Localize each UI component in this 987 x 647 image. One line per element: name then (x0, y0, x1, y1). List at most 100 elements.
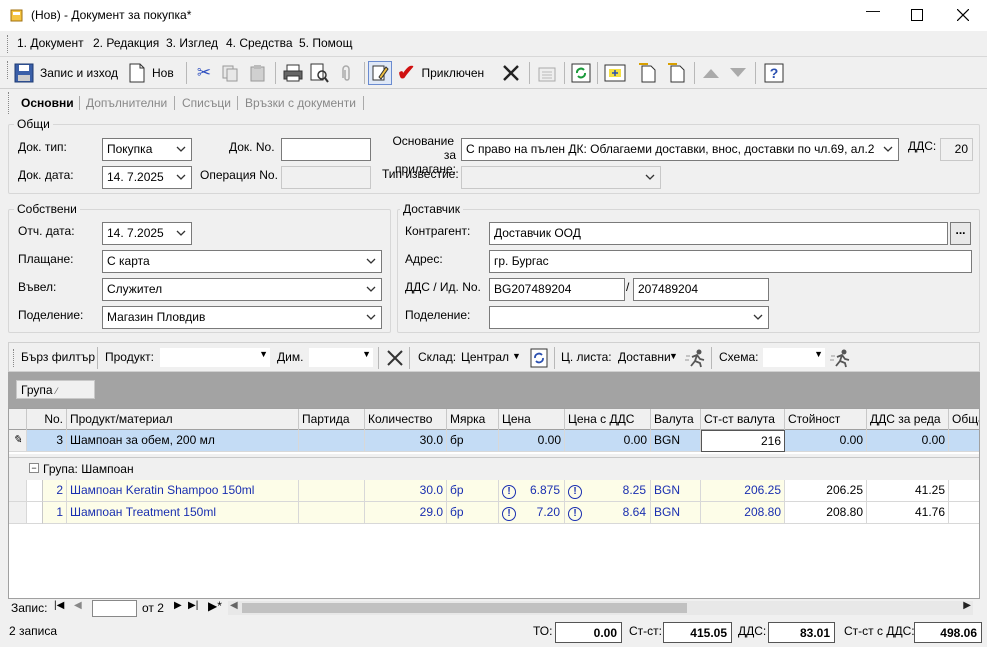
row-unit[interactable]: бр (447, 430, 499, 452)
horizontal-scrollbar[interactable]: ◀ ▶ (228, 600, 973, 615)
store-filter-select[interactable]: Централ (461, 350, 509, 364)
col-product[interactable]: Продукт/материал (67, 409, 299, 430)
move-down-icon[interactable] (727, 62, 749, 84)
col-unit[interactable]: Мярка (447, 409, 499, 430)
tab-main[interactable]: Основни (21, 96, 74, 110)
doc-no-input[interactable] (281, 138, 371, 161)
address-input[interactable]: гр. Бургас (489, 250, 972, 273)
col-price[interactable]: Цена (499, 409, 565, 430)
doc-type-select[interactable]: Покупка (102, 138, 192, 161)
finished-button[interactable]: ✔ Приключен (397, 60, 484, 85)
scheme-select[interactable]: ▼ (763, 348, 825, 367)
maximize-icon[interactable] (911, 9, 923, 21)
menu-document[interactable]: 1. Документ (17, 36, 84, 50)
row-batch[interactable] (299, 480, 365, 502)
run-icon[interactable] (685, 348, 707, 368)
row-unit[interactable]: бр (447, 502, 499, 524)
row-price-cell[interactable]: ! 6.875 (499, 480, 565, 502)
col-no[interactable]: No. (27, 409, 67, 430)
prev-record-icon[interactable]: ◀ (74, 600, 82, 611)
cut-icon[interactable]: ✂ (193, 62, 215, 84)
row-product[interactable]: Шампоан Keratin Shampoo 150ml (67, 480, 299, 502)
row-product[interactable]: Шампоан за обем, 200 мл (67, 430, 299, 452)
id-no-input[interactable]: 207489204 (633, 278, 769, 301)
paste-icon[interactable] (247, 62, 269, 84)
next-record-icon[interactable]: ▶ (174, 600, 182, 611)
row-qty[interactable]: 30.0 (365, 480, 447, 502)
collapse-icon[interactable]: − (29, 463, 39, 473)
save-exit-button[interactable]: Запис и изход (14, 61, 118, 85)
row-value-currency-editor[interactable]: 216 (701, 430, 785, 452)
tab-lists[interactable]: Списъци (182, 96, 231, 110)
copy-document-icon[interactable] (637, 62, 659, 84)
menu-tools[interactable]: 4. Средства (226, 36, 293, 50)
minimize-icon[interactable]: — (862, 2, 884, 26)
move-up-icon[interactable] (700, 62, 722, 84)
record-number-input[interactable] (92, 600, 137, 617)
table-row[interactable]: 2 Шампоан Keratin Shampoo 150ml 30.0 бр … (9, 480, 979, 502)
row-price[interactable]: 0.00 (499, 430, 565, 452)
row-price-vat-cell[interactable]: ! 8.25 (565, 480, 651, 502)
doc-date-picker[interactable]: 14. 7.2025 (102, 166, 192, 189)
copy-icon[interactable] (219, 62, 241, 84)
edit-mode-icon[interactable] (368, 61, 392, 85)
row-value-currency[interactable]: 208.80 (701, 502, 785, 524)
basis-select[interactable]: С право на пълен ДК: Облагаеми доставки,… (461, 138, 899, 161)
menu-edit[interactable]: 2. Редакция (93, 36, 159, 50)
table-row[interactable]: 1 Шампоан Treatment 150ml 29.0 бр ! 7.20 … (9, 502, 979, 524)
close-icon[interactable] (957, 9, 969, 21)
col-batch[interactable]: Партида (299, 409, 365, 430)
print-icon[interactable] (282, 62, 304, 84)
clear-filter-icon[interactable] (386, 349, 404, 367)
row-value-currency[interactable]: 206.25 (701, 480, 785, 502)
attach-icon[interactable] (336, 62, 358, 84)
dim-filter-input[interactable]: ▼ (309, 348, 373, 367)
row-product[interactable]: Шампоан Treatment 150ml (67, 502, 299, 524)
first-record-icon[interactable]: |◀ (54, 600, 64, 611)
help-icon[interactable]: ? (762, 62, 786, 84)
row-qty[interactable]: 30.0 (365, 430, 447, 452)
row-price-cell[interactable]: ! 7.20 (499, 502, 565, 524)
last-record-icon[interactable]: ▶| (188, 600, 198, 611)
col-total[interactable]: Обща (949, 409, 979, 430)
row-price-vat[interactable]: 0.00 (565, 430, 651, 452)
supplier-division-select[interactable] (489, 306, 769, 329)
vat-no-input[interactable]: BG207489204 (489, 278, 625, 301)
menu-help[interactable]: 5. Помощ (299, 36, 352, 50)
row-currency[interactable]: BGN (651, 480, 701, 502)
delete-icon[interactable] (500, 62, 522, 84)
dropdown-arrow-icon[interactable]: ▼ (512, 351, 521, 361)
col-vat-row[interactable]: ДДС за реда (867, 409, 949, 430)
browse-partner-button[interactable]: ... (950, 222, 971, 245)
dropdown-arrow-icon[interactable]: ▼ (669, 351, 678, 361)
refresh-icon[interactable] (570, 62, 592, 84)
list-icon[interactable] (535, 62, 557, 84)
new-from-icon[interactable] (666, 62, 688, 84)
row-batch[interactable] (299, 430, 365, 452)
tab-document-links[interactable]: Връзки с документи (245, 96, 356, 110)
row-unit[interactable]: бр (447, 480, 499, 502)
apply-scheme-icon[interactable] (830, 348, 852, 368)
row-batch[interactable] (299, 502, 365, 524)
price-list-select[interactable]: Доставни (618, 350, 671, 364)
group-by-chip[interactable]: Група ⁄ (16, 380, 95, 399)
product-filter-input[interactable]: ▼ (160, 348, 270, 367)
scrollbar-thumb[interactable] (242, 603, 687, 613)
new-record-icon[interactable]: ▶* (208, 599, 222, 613)
calc-icon[interactable] (603, 62, 627, 84)
division-select[interactable]: Магазин Пловдив (102, 306, 382, 329)
entered-by-select[interactable]: Служител (102, 278, 382, 301)
print-preview-icon[interactable] (308, 62, 330, 84)
col-quantity[interactable]: Количество (365, 409, 447, 430)
col-value-currency[interactable]: Ст-ст валута (701, 409, 785, 430)
new-button[interactable]: Нов (128, 61, 174, 85)
col-price-vat[interactable]: Цена с ДДС (565, 409, 651, 430)
tab-additional[interactable]: Допълнителни (86, 96, 167, 110)
table-row-edit[interactable]: ✎ 3 Шампоан за обем, 200 мл 30.0 бр 0.00… (9, 430, 979, 452)
group-header-row[interactable]: − Група: Шампоан (9, 458, 979, 480)
row-qty[interactable]: 29.0 (365, 502, 447, 524)
acc-date-picker[interactable]: 14. 7.2025 (102, 222, 192, 245)
row-currency[interactable]: BGN (651, 430, 701, 452)
col-currency[interactable]: Валута (651, 409, 701, 430)
row-price-vat-cell[interactable]: ! 8.64 (565, 502, 651, 524)
